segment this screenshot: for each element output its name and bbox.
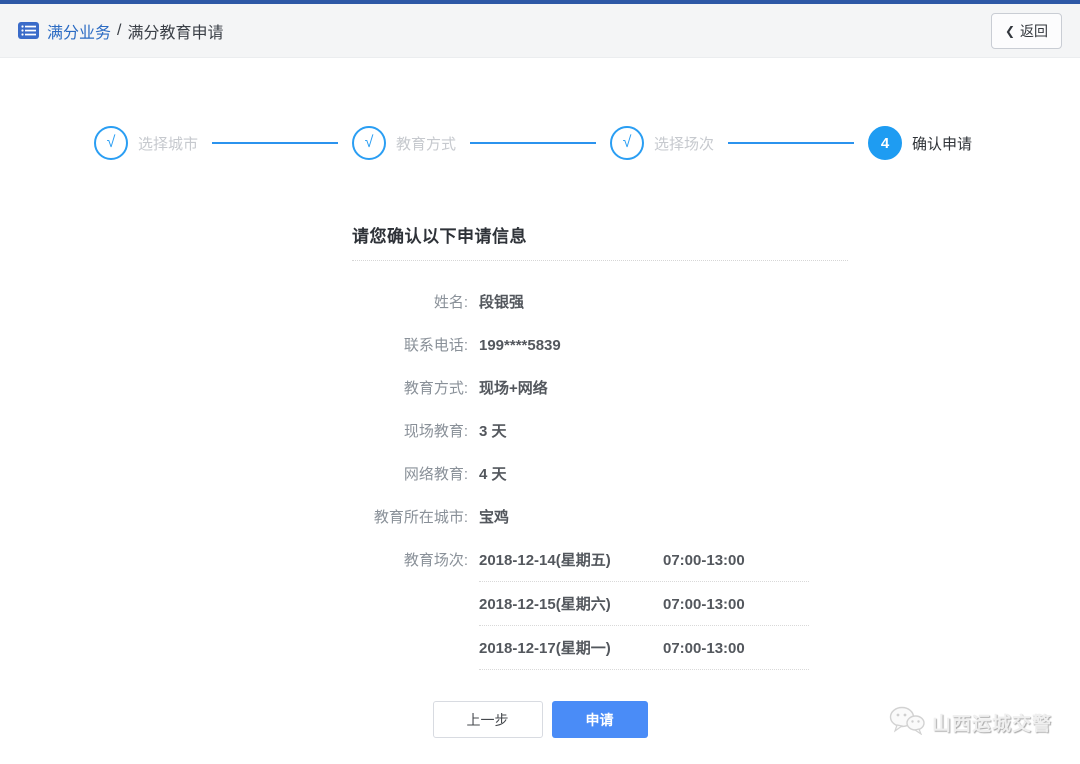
- back-button-label: 返回: [1020, 22, 1048, 39]
- field-label: 教育所在城市:: [373, 509, 468, 526]
- stepper-step-2: √ 教育方式: [352, 126, 456, 160]
- list-icon: [18, 22, 39, 39]
- field-value: 宝鸡: [479, 509, 510, 526]
- back-button[interactable]: ❮ 返回: [990, 12, 1062, 49]
- previous-step-button[interactable]: 上一步: [432, 701, 543, 738]
- session-date: 2018-12-14(星期五): [479, 552, 611, 569]
- step-3-check-icon: √: [610, 126, 644, 160]
- stepper: √ 选择城市 √ 教育方式 √ 选择场次 4 确认申请: [0, 126, 1080, 160]
- field-row-education-method: 教育方式: 现场+网络: [352, 379, 848, 398]
- session-row: 2018-12-17(星期一) 07:00-13:00: [479, 639, 809, 670]
- field-row-name: 姓名: 段银强: [352, 293, 848, 312]
- session-date: 2018-12-17(星期一): [479, 640, 611, 657]
- apply-button[interactable]: 申请: [551, 701, 648, 738]
- session-row: 2018-12-14(星期五) 07:00-13:00: [479, 551, 809, 582]
- stepper-connector: [728, 142, 854, 144]
- confirmation-form: 请您确认以下申请信息 姓名: 段银强 联系电话: 199****5839 教育方…: [352, 222, 848, 683]
- session-list: 2018-12-14(星期五) 07:00-13:00 2018-12-15(星…: [479, 551, 809, 683]
- watermark-text: 山西运城交警: [931, 714, 1052, 735]
- stepper-step-4-active: 4 确认申请: [868, 126, 972, 160]
- field-row-online-days: 网络教育: 4 天: [352, 465, 848, 484]
- stepper-connector: [212, 142, 338, 144]
- session-time: 07:00-13:00: [663, 640, 745, 657]
- step-2-label: 教育方式: [396, 135, 457, 153]
- stepper-step-1: √ 选择城市: [94, 126, 198, 160]
- field-value: 3 天: [479, 423, 507, 440]
- field-row-phone: 联系电话: 199****5839: [352, 336, 848, 355]
- field-label: 联系电话:: [403, 337, 468, 354]
- session-time: 07:00-13:00: [663, 552, 745, 569]
- wechat-icon: [889, 705, 925, 740]
- field-row-sessions: 教育场次: 2018-12-14(星期五) 07:00-13:00 2018-1…: [352, 551, 848, 683]
- watermark: 山西运城交警: [889, 705, 1052, 740]
- field-label: 网络教育:: [403, 466, 468, 483]
- breadcrumb: 满分业务 / 满分教育申请: [47, 19, 223, 43]
- field-value: 段银强: [479, 294, 525, 311]
- field-row-onsite-days: 现场教育: 3 天: [352, 422, 848, 441]
- step-4-label: 确认申请: [912, 135, 973, 153]
- step-4-number-badge: 4: [868, 126, 902, 160]
- header: 满分业务 / 满分教育申请 ❮ 返回: [0, 4, 1080, 58]
- stepper-step-3: √ 选择场次: [610, 126, 714, 160]
- field-label: 姓名:: [433, 294, 468, 311]
- session-row: 2018-12-15(星期六) 07:00-13:00: [479, 595, 809, 626]
- field-label: 教育场次:: [403, 552, 468, 569]
- breadcrumb-secondary: 满分教育申请: [127, 24, 224, 42]
- step-2-check-icon: √: [352, 126, 386, 160]
- chevron-left-icon: ❮: [1004, 23, 1015, 38]
- field-value: 4 天: [479, 466, 507, 483]
- stepper-connector: [470, 142, 596, 144]
- form-title: 请您确认以下申请信息: [352, 222, 848, 261]
- field-label: 现场教育:: [403, 423, 468, 440]
- step-1-label: 选择城市: [138, 135, 199, 153]
- step-3-label: 选择场次: [654, 135, 715, 153]
- breadcrumb-primary[interactable]: 满分业务: [47, 19, 111, 43]
- field-value: 现场+网络: [479, 380, 548, 397]
- field-row-city: 教育所在城市: 宝鸡: [352, 508, 848, 527]
- field-value: 199****5839: [479, 337, 561, 354]
- field-label: 教育方式:: [403, 380, 468, 397]
- session-date: 2018-12-15(星期六): [479, 596, 611, 613]
- breadcrumb-separator: /: [117, 21, 122, 39]
- step-1-check-icon: √: [94, 126, 128, 160]
- session-time: 07:00-13:00: [663, 596, 745, 613]
